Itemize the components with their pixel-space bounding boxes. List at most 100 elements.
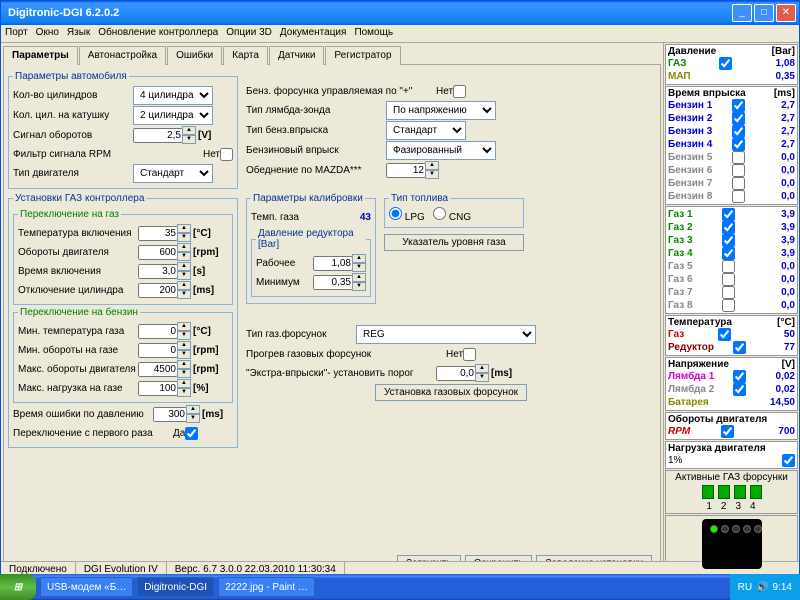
petrol-7-check[interactable]: [732, 177, 745, 190]
menu-help[interactable]: Помощь: [354, 27, 393, 40]
tray-sound-icon[interactable]: 🔊: [756, 582, 768, 593]
petrol-8-check[interactable]: [732, 190, 745, 203]
down-icon[interactable]: ▼: [177, 271, 191, 280]
tray-lang[interactable]: RU: [738, 582, 752, 593]
load-check[interactable]: [782, 454, 795, 467]
rpm-signal-input[interactable]: [133, 128, 183, 143]
max-rpm-input[interactable]: [138, 362, 178, 377]
tab-errors[interactable]: Ошибки: [167, 46, 222, 65]
tab-sensors[interactable]: Датчики: [269, 46, 324, 65]
tab-params[interactable]: Параметры: [3, 46, 78, 65]
gas-3-check[interactable]: [722, 234, 735, 247]
lambda1-check[interactable]: [733, 370, 746, 383]
down-icon[interactable]: ▼: [177, 369, 191, 378]
up-icon[interactable]: ▲: [352, 254, 366, 263]
down-icon[interactable]: ▼: [177, 350, 191, 359]
gas-7-check[interactable]: [722, 286, 735, 299]
inj-settings-button[interactable]: Установка газовых форсунок: [375, 384, 527, 401]
minimize-button[interactable]: _: [732, 4, 752, 22]
engine-type-select[interactable]: Стандарт: [133, 164, 213, 183]
min-temp-input[interactable]: [138, 324, 178, 339]
cyl-count-select[interactable]: 4 цилиндра: [133, 86, 213, 105]
lambda2-check[interactable]: [733, 383, 746, 396]
down-icon[interactable]: ▼: [352, 282, 366, 291]
gas-8-check[interactable]: [722, 299, 735, 312]
petrol-4-check[interactable]: [732, 138, 745, 151]
up-icon[interactable]: ▲: [182, 126, 196, 135]
petrol-2-check[interactable]: [732, 112, 745, 125]
down-icon[interactable]: ▼: [425, 170, 439, 179]
cyl-off-input[interactable]: [138, 283, 178, 298]
gas-6-check[interactable]: [722, 273, 735, 286]
warmup-check[interactable]: [463, 348, 476, 361]
down-icon[interactable]: ▼: [177, 388, 191, 397]
rpm-filter-check[interactable]: [220, 148, 233, 161]
rpm-check[interactable]: [721, 425, 734, 438]
temp-on-input[interactable]: [138, 226, 178, 241]
gas-inj-type-select[interactable]: REG: [356, 325, 536, 344]
first-switch-check[interactable]: [185, 427, 198, 440]
tab-map[interactable]: Карта: [223, 46, 268, 65]
extra-inj-input[interactable]: [436, 366, 476, 381]
cyl-per-coil-select[interactable]: 2 цилиндра: [133, 106, 213, 125]
gas-2-check[interactable]: [722, 221, 735, 234]
down-icon[interactable]: ▼: [186, 414, 200, 423]
up-icon[interactable]: ▲: [177, 341, 191, 350]
up-icon[interactable]: ▲: [352, 273, 366, 282]
petrol-inj-select[interactable]: Фазированный: [386, 141, 496, 160]
up-icon[interactable]: ▲: [475, 364, 489, 373]
gas-4-check[interactable]: [722, 247, 735, 260]
petrol-3-check[interactable]: [732, 125, 745, 138]
menu-3d[interactable]: Опции 3D: [226, 27, 272, 40]
tab-recorder[interactable]: Регистратор: [325, 46, 400, 65]
inj-plus-check[interactable]: [453, 85, 466, 98]
min-rpm-input[interactable]: [138, 343, 178, 358]
side-gas-check[interactable]: [719, 57, 732, 70]
minimum-input[interactable]: [313, 275, 353, 290]
down-icon[interactable]: ▼: [475, 373, 489, 382]
down-icon[interactable]: ▼: [182, 135, 196, 144]
press-err-input[interactable]: [153, 407, 187, 422]
cng-radio-label[interactable]: CNG: [433, 212, 471, 223]
mazda-input[interactable]: [386, 163, 426, 178]
task-item-paint[interactable]: 2222.jpg - Paint …: [218, 577, 315, 597]
up-icon[interactable]: ▲: [186, 405, 200, 414]
up-icon[interactable]: ▲: [177, 281, 191, 290]
petrol-1-check[interactable]: [732, 99, 745, 112]
menu-lang[interactable]: Язык: [67, 27, 90, 40]
menu-docs[interactable]: Документация: [280, 27, 347, 40]
down-icon[interactable]: ▼: [352, 263, 366, 272]
up-icon[interactable]: ▲: [177, 379, 191, 388]
up-icon[interactable]: ▲: [177, 262, 191, 271]
down-icon[interactable]: ▼: [177, 233, 191, 242]
lambda-type-select[interactable]: По напряжению: [386, 101, 496, 120]
max-load-input[interactable]: [138, 381, 178, 396]
temp-gas-check[interactable]: [718, 328, 731, 341]
up-icon[interactable]: ▲: [177, 224, 191, 233]
menu-update[interactable]: Обновление контроллера: [98, 27, 218, 40]
lpg-radio[interactable]: [389, 207, 402, 220]
up-icon[interactable]: ▲: [425, 161, 439, 170]
task-item-usb[interactable]: USB-модем «Б…: [40, 577, 133, 597]
close-button[interactable]: ✕: [776, 4, 796, 22]
start-button[interactable]: ⊞: [0, 574, 36, 600]
gas-5-check[interactable]: [722, 260, 735, 273]
tab-autotune[interactable]: Автонастройка: [79, 46, 166, 65]
gas-1-check[interactable]: [722, 208, 735, 221]
cng-radio[interactable]: [433, 207, 446, 220]
down-icon[interactable]: ▼: [177, 331, 191, 340]
maximize-button[interactable]: □: [754, 4, 774, 22]
lpg-radio-label[interactable]: LPG: [389, 212, 425, 223]
task-item-digitronic[interactable]: Digitronic-DGI: [137, 577, 214, 597]
fuel-level-button[interactable]: Указатель уровня газа: [384, 234, 524, 251]
down-icon[interactable]: ▼: [177, 252, 191, 261]
up-icon[interactable]: ▲: [177, 360, 191, 369]
up-icon[interactable]: ▲: [177, 322, 191, 331]
menu-window[interactable]: Окно: [36, 27, 59, 40]
working-input[interactable]: [313, 256, 353, 271]
down-icon[interactable]: ▼: [177, 290, 191, 299]
time-on-input[interactable]: [138, 264, 178, 279]
petrol-5-check[interactable]: [732, 151, 745, 164]
menu-port[interactable]: Порт: [5, 27, 28, 40]
rpm-on-input[interactable]: [138, 245, 178, 260]
